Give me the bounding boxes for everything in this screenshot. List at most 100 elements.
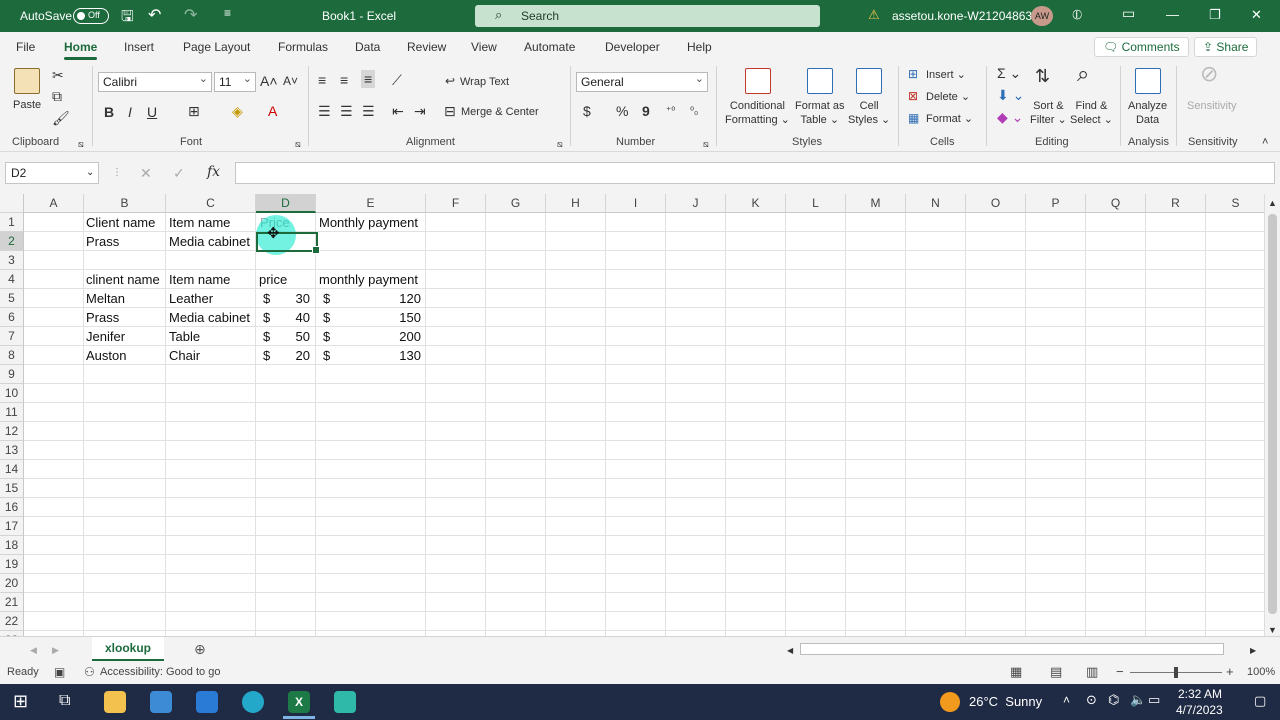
row-header-13[interactable]: 13 [0,441,24,460]
cell-C5[interactable]: Leather [169,289,213,308]
column-header-J[interactable]: J [666,194,726,213]
battery-icon[interactable]: ▭ [1148,692,1160,708]
tab-data[interactable]: Data [355,40,380,54]
tab-page-layout[interactable]: Page Layout [183,40,250,54]
cell-B8[interactable]: Auston [86,346,126,365]
cell-D4[interactable]: price [259,270,287,289]
column-header-B[interactable]: B [84,194,166,213]
format-as-table-icon[interactable] [807,68,833,94]
borders-icon[interactable]: ⊞ [188,103,200,119]
decrease-font-icon[interactable]: A˅ [283,73,298,89]
row-header-10[interactable]: 10 [0,384,24,403]
vertical-scrollbar[interactable]: ▲ ▼ [1264,194,1280,636]
column-header-E[interactable]: E [316,194,426,213]
align-right-icon[interactable]: ☰ [362,103,375,119]
zoom-level[interactable]: 100% [1247,666,1275,678]
cell-E6[interactable]: 150 [330,308,421,327]
row-header-16[interactable]: 16 [0,498,24,517]
column-header-R[interactable]: R [1146,194,1206,213]
cell-E1[interactable]: Monthly payment [319,213,418,232]
cell-C7[interactable]: Table [169,327,200,346]
align-left-icon[interactable]: ☰ [318,103,331,119]
tab-file[interactable]: File [16,40,35,54]
scroll-up-icon[interactable]: ▲ [1268,195,1277,211]
cell-B1[interactable]: Client name [86,213,155,232]
accessibility-status[interactable]: Accessibility: Good to go [100,666,220,678]
row-header-1[interactable]: 1 [0,213,24,232]
page-break-view-icon[interactable]: ▥ [1086,664,1098,680]
column-header-D[interactable]: D [256,194,316,213]
format-cells-button[interactable]: Format ⌄ [926,112,973,126]
insert-function-button[interactable]: fx [207,164,220,180]
maximize-icon[interactable]: ❐ [1209,7,1221,23]
accessibility-icon[interactable]: ⚇ [84,665,95,679]
row-header-3[interactable]: 3 [0,251,24,270]
underline-button[interactable]: U [147,104,157,120]
cell-E4[interactable]: monthly payment [319,270,418,289]
cell-C8[interactable]: Chair [169,346,200,365]
find-select-button[interactable]: Find & Select ⌄ [1070,99,1113,127]
customize-qat-icon[interactable]: ≡ [224,6,231,20]
cell-B5[interactable]: Meltan [86,289,125,308]
save-icon[interactable]: 🖫 [121,6,134,31]
cell-B6[interactable]: Prass [86,308,119,327]
cell-styles-button[interactable]: Cell Styles ⌄ [848,99,890,127]
cell-B2[interactable]: Prass [86,232,119,251]
normal-view-icon[interactable]: ▦ [1010,664,1022,680]
page-layout-view-icon[interactable]: ▤ [1050,664,1062,680]
column-header-F[interactable]: F [426,194,486,213]
orientation-icon[interactable]: ⟋ [392,72,402,88]
network-icon[interactable]: ⌬ [1108,692,1119,708]
column-header-P[interactable]: P [1026,194,1086,213]
cell-C4[interactable]: Item name [169,270,230,289]
analyze-data-icon[interactable] [1135,68,1161,94]
row-header-6[interactable]: 6 [0,308,24,327]
decrease-decimal-icon[interactable]: ⁰₀ [690,104,698,120]
clock-date[interactable]: 4/7/2023 [1176,703,1223,717]
zoom-in-icon[interactable]: + [1226,664,1234,679]
worksheet-grid[interactable]: ABCDEFGHIJKLMNOPQRS 1 2 3 4 5 6 7 8 9 10 11 12 13 14 1… [0,194,1264,636]
weather-text[interactable]: 26°C Sunny [969,694,1042,709]
minimize-icon[interactable]: — [1166,7,1179,22]
font-launcher-icon[interactable]: ⧅ [295,136,301,152]
horizontal-scroll-thumb[interactable] [800,643,1224,655]
comments-button[interactable]: 🗨 Comments [1094,37,1189,57]
tab-view[interactable]: View [471,40,497,54]
formula-input[interactable] [235,162,1275,184]
format-as-table-button[interactable]: Format as Table ⌄ [795,99,845,127]
row-header-12[interactable]: 12 [0,422,24,441]
select-all-corner[interactable] [0,194,24,213]
italic-button[interactable]: I [128,104,132,120]
notifications-icon[interactable]: ▢ [1254,693,1266,709]
app-taskbar-icon[interactable] [334,691,356,713]
conditional-formatting-icon[interactable] [745,68,771,94]
row-header-4[interactable]: 4 [0,270,24,289]
cell-D7[interactable]: 50 [270,327,310,346]
close-icon[interactable]: ✕ [1251,7,1262,23]
share-button[interactable]: ⇪ Share [1194,37,1258,57]
bold-button[interactable]: B [104,104,114,120]
cancel-icon[interactable]: ✕ [140,165,152,181]
format-painter-icon[interactable]: 🖌 [52,110,70,126]
row-header-2[interactable]: 2 [0,232,24,251]
ribbon-display-icon[interactable]: ▭ [1122,5,1135,22]
tab-insert[interactable]: Insert [124,40,154,54]
decrease-indent-icon[interactable]: ⇤ [392,103,404,119]
cell-D5[interactable]: 30 [270,289,310,308]
tab-review[interactable]: Review [407,40,446,54]
row-header-11[interactable]: 11 [0,403,24,422]
currency-button[interactable]: $ [583,103,591,119]
collapse-ribbon-icon[interactable]: ˄ [1262,134,1268,150]
wrap-text-button[interactable]: Wrap Text [460,75,509,89]
copy-icon[interactable]: ⧉ [52,88,62,104]
autosum-icon[interactable]: Σ ⌄ [997,65,1021,81]
row-header-22[interactable]: 22 [0,612,24,631]
row-header-20[interactable]: 20 [0,574,24,593]
column-header-K[interactable]: K [726,194,786,213]
add-sheet-icon[interactable]: ⊕ [194,641,206,657]
column-header-Q[interactable]: Q [1086,194,1146,213]
show-hidden-icons[interactable]: ˄ [1063,693,1070,707]
increase-font-icon[interactable]: A˄ [260,73,278,89]
column-header-G[interactable]: G [486,194,546,213]
hscroll-left-icon[interactable]: ◀ [787,643,793,659]
